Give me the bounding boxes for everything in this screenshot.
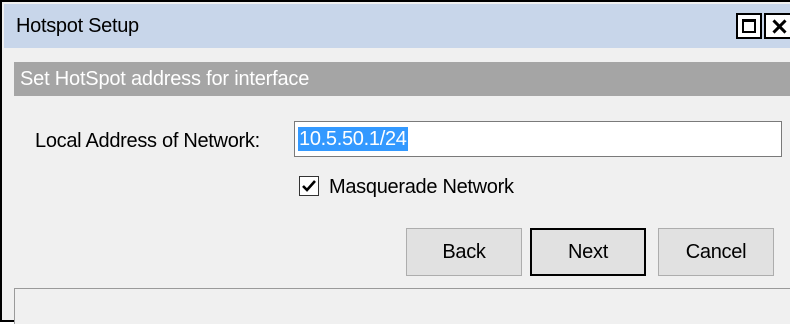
close-icon[interactable] xyxy=(764,13,790,39)
step-header-text: Set HotSpot address for interface xyxy=(20,68,310,90)
step-header: Set HotSpot address for interface xyxy=(14,62,790,96)
local-address-label: Local Address of Network: xyxy=(35,130,260,152)
back-button[interactable]: Back xyxy=(406,228,522,276)
masquerade-checkbox[interactable] xyxy=(299,176,319,196)
status-panel xyxy=(14,288,790,324)
hotspot-setup-window: Hotspot Setup Set HotSpot address for in… xyxy=(0,0,790,324)
window-title: Hotspot Setup xyxy=(16,15,139,37)
masquerade-label: Masquerade Network xyxy=(329,176,514,198)
local-address-value: 10.5.50.1/24 xyxy=(298,127,408,151)
next-button[interactable]: Next xyxy=(530,228,646,276)
title-bar[interactable]: Hotspot Setup xyxy=(4,4,790,48)
maximize-icon[interactable] xyxy=(736,13,762,39)
local-address-input[interactable]: 10.5.50.1/24 xyxy=(294,121,782,157)
cancel-button[interactable]: Cancel xyxy=(658,228,774,276)
checkmark-icon xyxy=(302,180,316,192)
